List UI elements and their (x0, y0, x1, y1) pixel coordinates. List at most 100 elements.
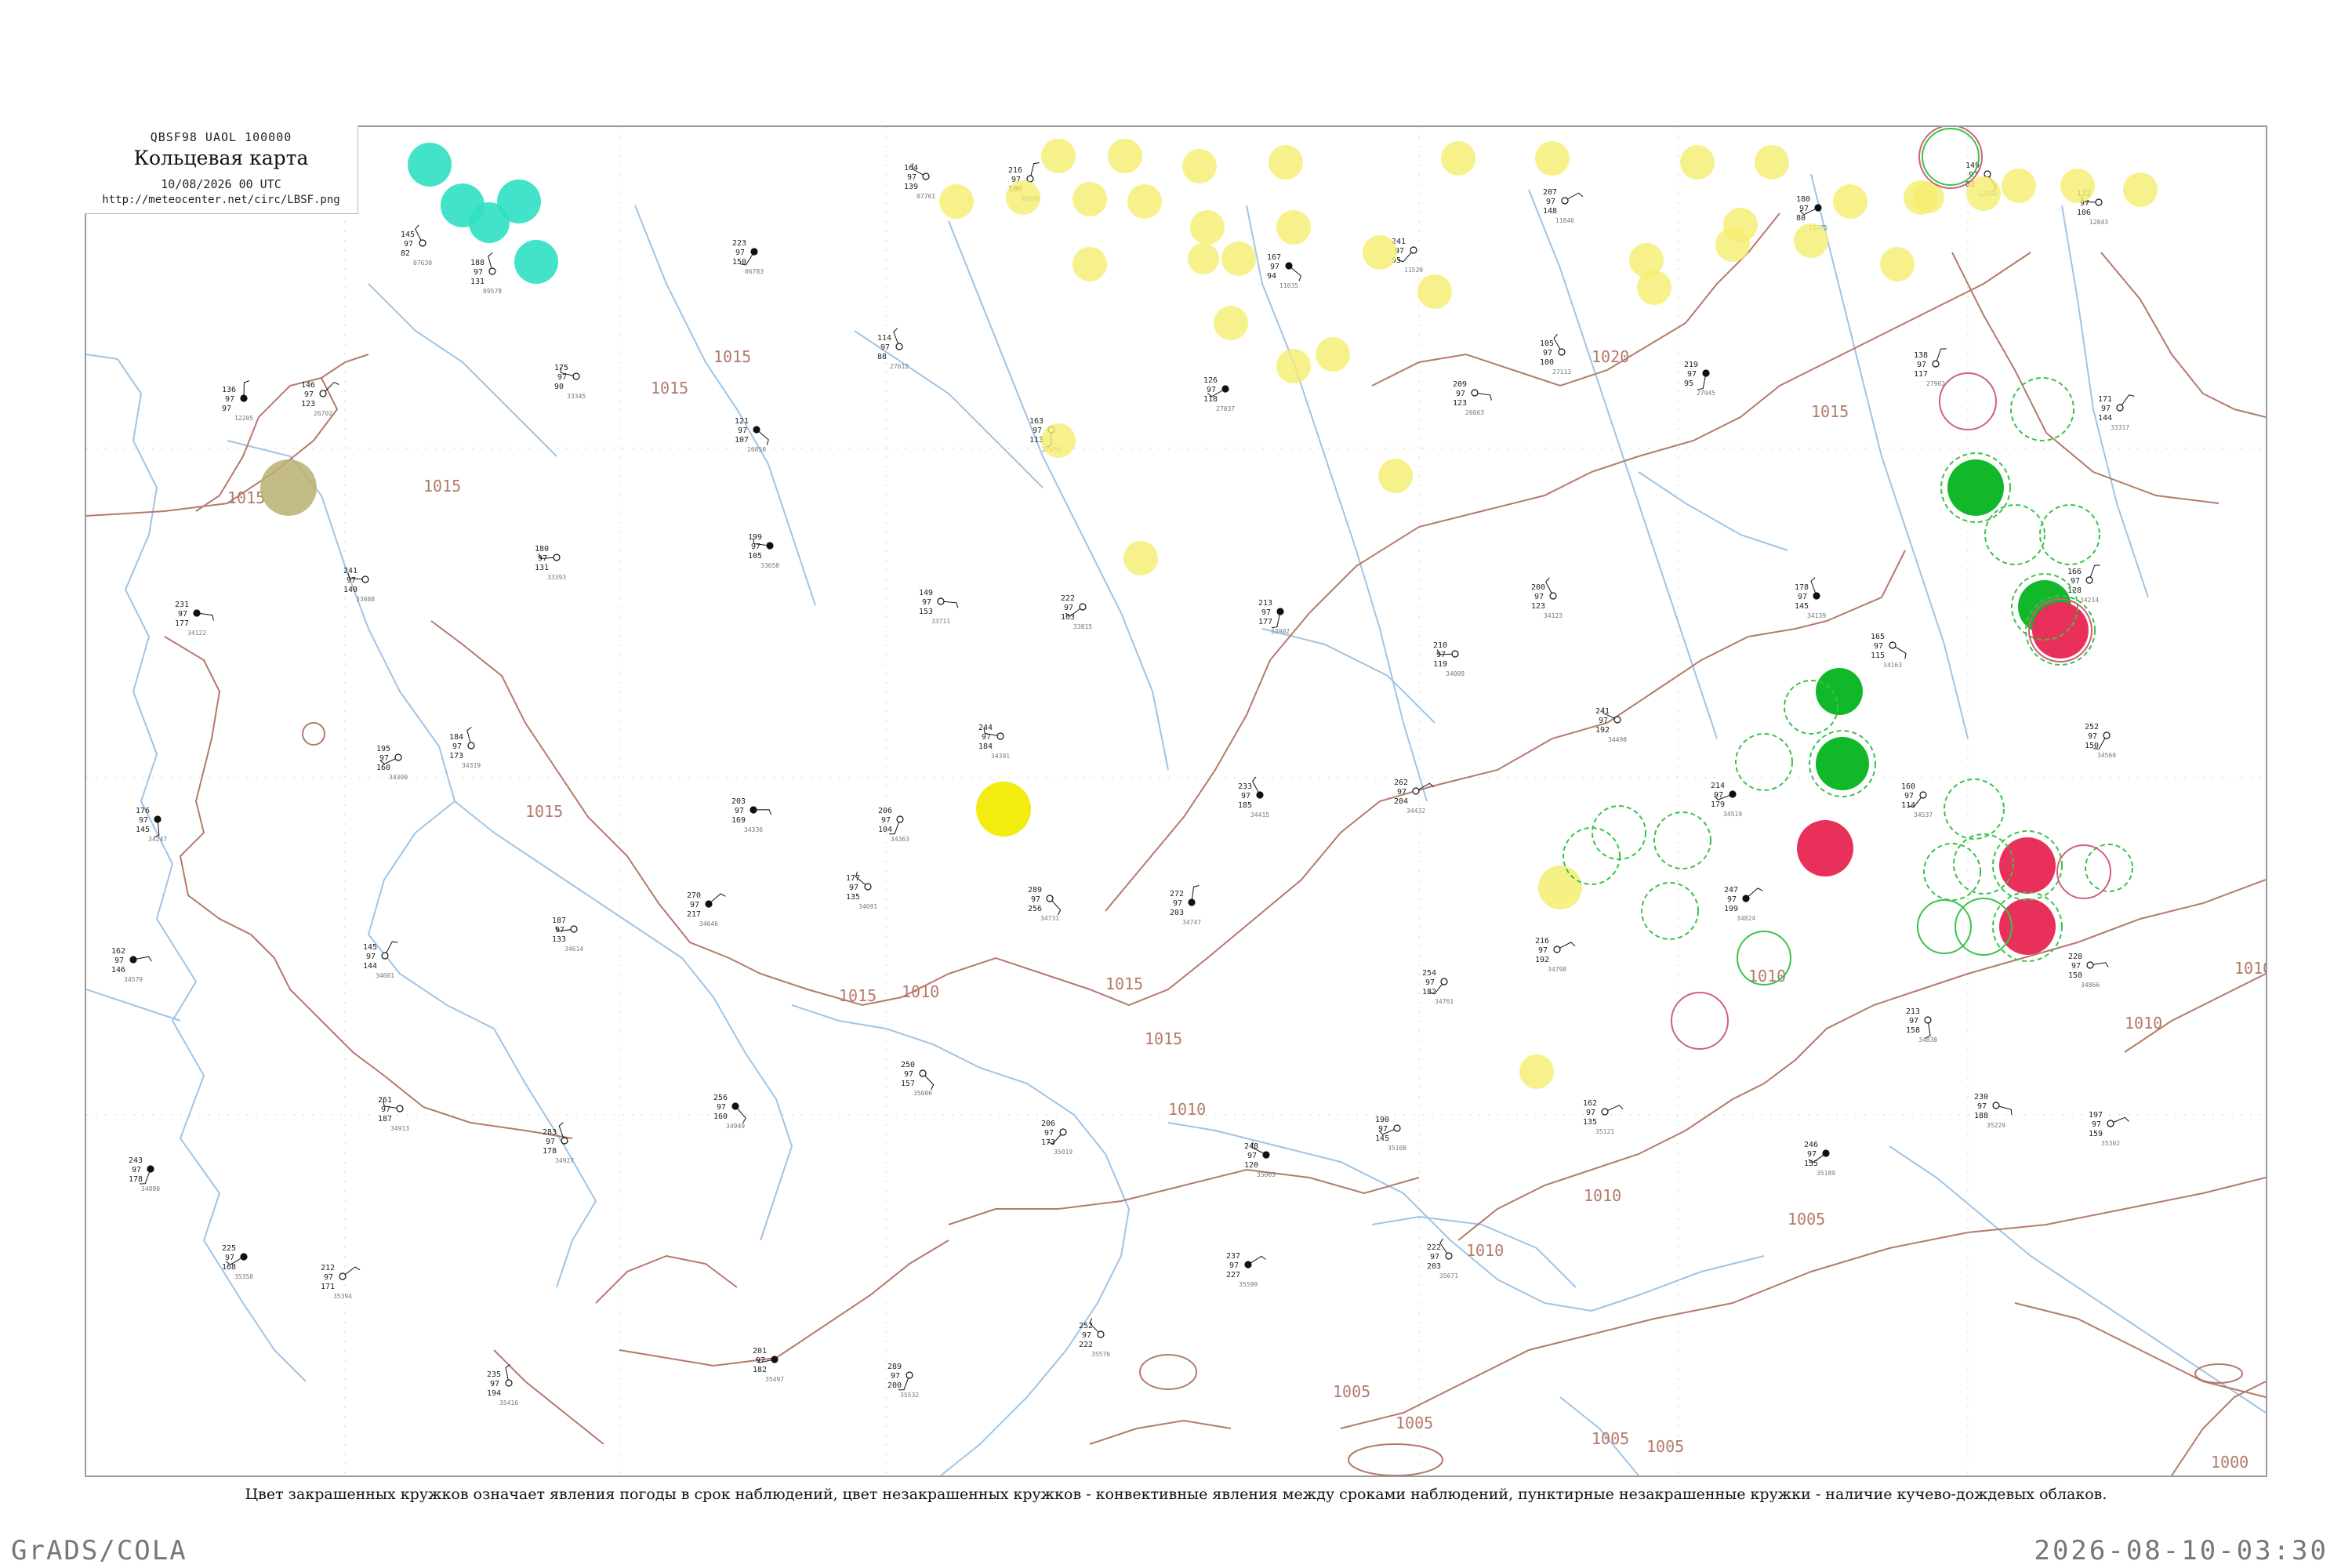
station-value: 241 (1595, 707, 1610, 716)
station-plot: 2229720335671 (1427, 1238, 1458, 1279)
station-plot: 25097157 35006 (901, 1061, 935, 1097)
station-value: 123 (301, 400, 315, 408)
station-circle (2116, 404, 2124, 412)
station-value: 97 (849, 884, 858, 892)
station-circle (1813, 592, 1820, 600)
thunder-ring (2056, 844, 2111, 899)
wind-barb (710, 893, 726, 902)
station-plot: 1789714534139 (1795, 577, 1826, 619)
station-index: 34391 (991, 753, 1010, 760)
station-value: 97 (1207, 386, 1216, 394)
station-value: 173 (1041, 1138, 1055, 1147)
wind-barb (924, 1075, 935, 1091)
wind-barb (415, 224, 422, 241)
station-value: 105 (748, 552, 762, 561)
station-value: 97 (1241, 792, 1250, 800)
wind-barb (1252, 776, 1259, 793)
station-value: 225 (222, 1244, 236, 1253)
station-value: 97 (881, 816, 891, 825)
station-index: 35302 (2101, 1140, 2120, 1147)
station-value: 180 (1796, 195, 1810, 204)
station-value: 97 (1546, 198, 1555, 206)
station-index: 35006 (913, 1090, 932, 1097)
fog-circle (1041, 139, 1076, 173)
station-value: 97 (1534, 593, 1544, 601)
station-value: 97 (1538, 946, 1548, 955)
station-value: 97 (304, 390, 314, 399)
map-title: Кольцевая карта (133, 147, 309, 169)
station-index: 35108 (1388, 1145, 1406, 1152)
station-value: 114 (877, 334, 891, 343)
station-value: 97 (2071, 577, 2080, 586)
station-value: 120 (1244, 1161, 1258, 1170)
station-plot: 2079714811846 (1543, 188, 1584, 224)
station-value: 97 (1909, 1017, 1918, 1025)
station-index: 34336 (744, 826, 763, 833)
station-plot: 21697192 34798 (1535, 937, 1576, 973)
station-value: 262 (1394, 779, 1408, 787)
fog-circle (2060, 169, 2095, 203)
station-index: 34300 (389, 774, 408, 781)
station-plot: 19097145 35108 (1375, 1116, 1406, 1152)
station-value: 145 (401, 230, 415, 239)
rain-circle (408, 143, 452, 187)
station-value: 270 (687, 891, 701, 900)
isobar-label: 1010 (902, 982, 939, 1001)
station-plot: 27297203 34747 (1170, 885, 1201, 926)
station-value: 97 (1031, 895, 1040, 904)
station-value: 177 (846, 874, 860, 883)
station-value: 203 (731, 797, 746, 806)
station-circle (705, 900, 713, 908)
fog-circle (1269, 145, 1303, 180)
station-index: 33393 (547, 574, 566, 581)
station-index: 33345 (567, 393, 586, 400)
map-datetime: 10/08/2026 00 UTC (161, 177, 281, 191)
station-value: 131 (535, 564, 549, 572)
station-index: 11846 (1555, 217, 1574, 224)
station-index: 33711 (931, 618, 950, 625)
station-value: 97 (1874, 642, 1883, 651)
station-value: 97 (381, 1105, 390, 1114)
station-value: 115 (1871, 652, 1885, 660)
wind-barb (1559, 942, 1576, 949)
fog-circle (1006, 180, 1040, 215)
fog-circle (1378, 459, 1413, 493)
station-value: 97 (132, 1166, 141, 1174)
station-circle (1814, 204, 1822, 212)
station-circle (1059, 1128, 1067, 1136)
station-value: 97 (324, 1273, 333, 1282)
station-value: 118 (1203, 395, 1218, 404)
wind-barb (1567, 192, 1584, 200)
station-circle (919, 1069, 927, 1077)
station-value: 97 (490, 1380, 499, 1388)
station-value: 144 (363, 962, 377, 971)
cb-circle (1653, 811, 1711, 869)
station-value: 241 (343, 567, 358, 575)
station-value: 80 (1796, 214, 1806, 223)
wind-barb (893, 328, 898, 344)
wind-barb (943, 601, 959, 608)
station-value: 145 (1795, 602, 1809, 611)
rain-circle (514, 240, 558, 284)
cb-circle (1641, 882, 1699, 940)
station-index: 34009 (1446, 670, 1465, 677)
isobar-label: 1005 (1592, 1429, 1629, 1448)
software-credit: GrADS/COLA (11, 1535, 187, 1566)
wind-barb (1290, 267, 1301, 281)
station-value: 188 (470, 259, 485, 267)
station-circle (1729, 790, 1737, 798)
station-value: 97 (1917, 361, 1926, 369)
station-circle (1992, 1102, 2000, 1109)
station-value: 187 (552, 916, 566, 925)
station-index: 11520 (1404, 267, 1423, 274)
station-circle (1393, 1124, 1401, 1132)
station-value: 182 (753, 1366, 767, 1374)
station-circle (753, 426, 760, 434)
station-value: 248 (1244, 1142, 1258, 1151)
station-plot: 114978827612 (877, 328, 909, 370)
fog-circle (1073, 182, 1107, 216)
station-value: 214 (1711, 782, 1725, 790)
station-index: 34163 (1883, 662, 1902, 669)
station-plot: 22897150 34866 (2068, 953, 2109, 989)
station-plot: 24797199 34824 (1724, 886, 1763, 922)
